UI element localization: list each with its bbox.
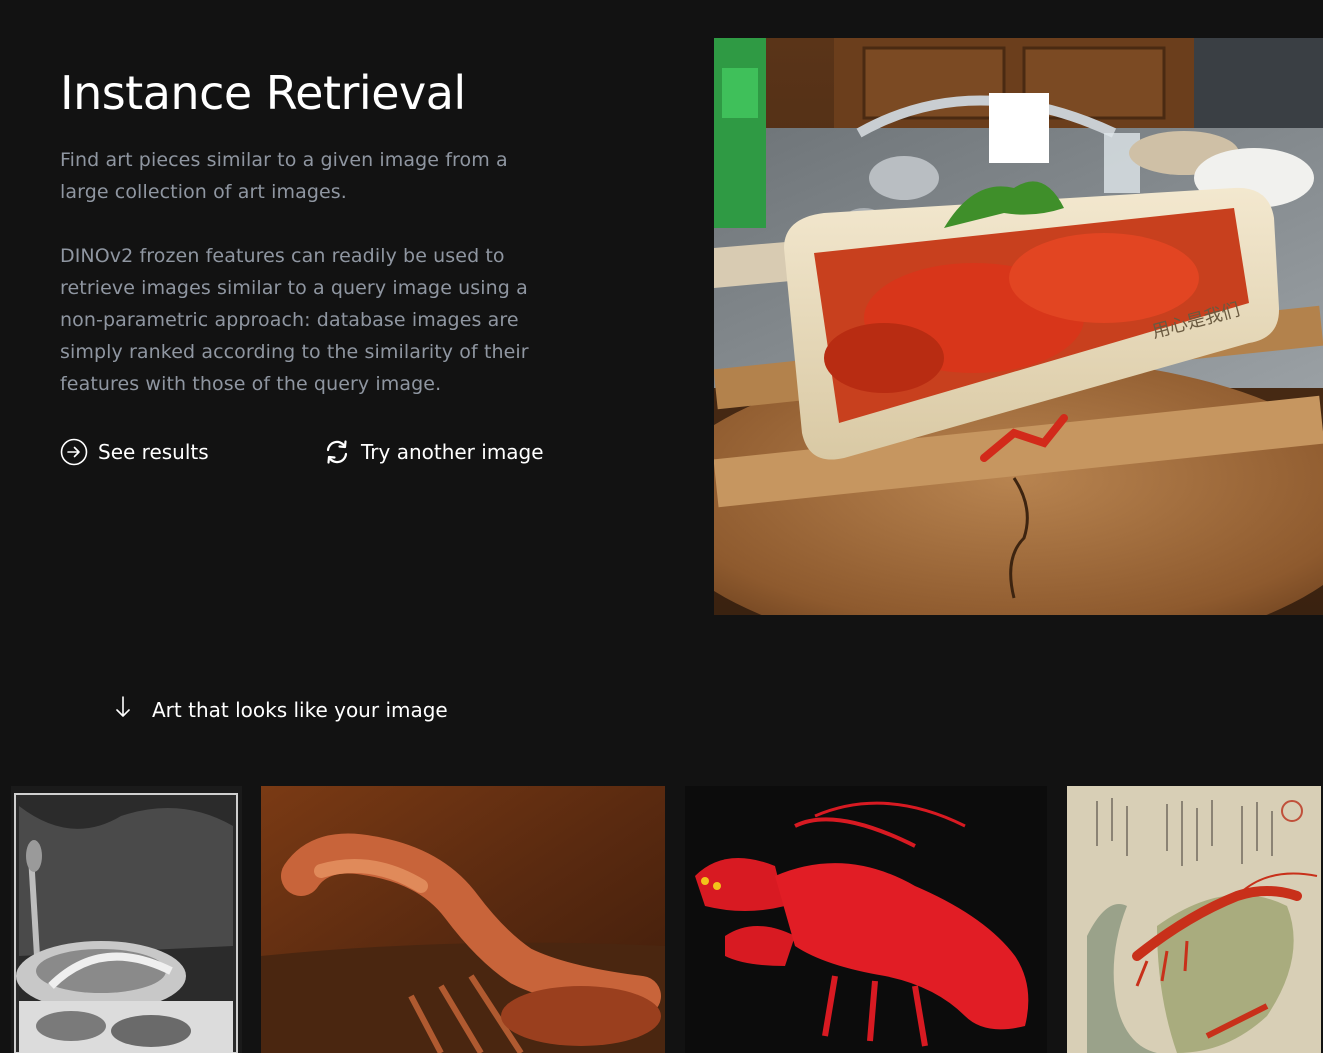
results-heading-label: Art that looks like your image (152, 697, 448, 722)
arrow-down-icon (112, 694, 134, 725)
see-results-button[interactable]: See results (60, 438, 209, 466)
result-art-2[interactable] (261, 786, 665, 1053)
see-results-label: See results (98, 440, 209, 464)
result-art-1[interactable] (11, 786, 242, 1053)
intro-panel: Instance Retrieval Find art pieces simil… (60, 62, 580, 400)
arrow-right-circle-icon (60, 438, 88, 466)
results-heading: Art that looks like your image (112, 694, 448, 725)
instance-retrieval-page: Instance Retrieval Find art pieces simil… (0, 0, 1323, 1053)
result-art-4[interactable] (1067, 786, 1321, 1053)
result-art-3[interactable] (685, 786, 1047, 1053)
try-another-image-label: Try another image (361, 440, 544, 464)
section-description-short: Find art pieces similar to a given image… (60, 149, 508, 203)
try-another-image-button[interactable]: Try another image (323, 438, 544, 466)
action-bar: See results Try another image (60, 438, 560, 470)
refresh-icon (323, 438, 351, 466)
section-description-long: DINOv2 frozen features can readily be us… (60, 245, 529, 395)
section-title: Instance Retrieval (60, 66, 466, 120)
query-image[interactable]: 用心是我们 (714, 38, 1323, 615)
